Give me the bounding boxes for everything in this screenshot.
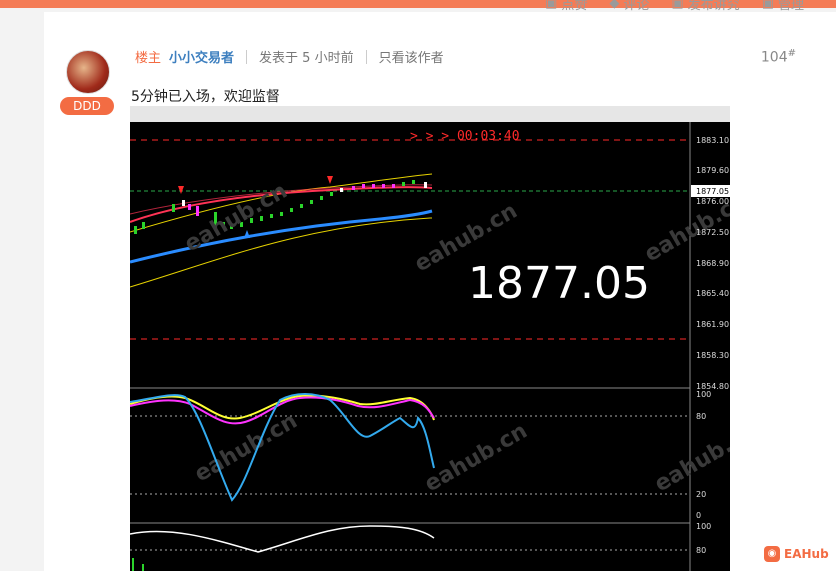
- trading-chart-screenshot[interactable]: > > > 00:03:40 1877.05 eahub.cn eahub.cn…: [130, 106, 730, 571]
- svg-text:1861.90: 1861.90: [696, 320, 729, 329]
- svg-text:1858.30: 1858.30: [696, 351, 729, 360]
- post-time: 发表于 5 小时前: [259, 51, 354, 66]
- svg-text:eahub.cn: eahub.cn: [181, 179, 292, 258]
- host-label: 楼主: [135, 51, 162, 66]
- svg-text:1883.10: 1883.10: [696, 136, 729, 145]
- eahub-icon: ◉: [764, 546, 780, 562]
- floor-mark: #: [787, 48, 796, 59]
- post-meta: 楼主 小小交易者 发表于 5 小时前 只看该作者: [135, 47, 444, 66]
- buy-arrow: [244, 230, 250, 238]
- current-price-tag-text: 1877.05: [696, 187, 729, 196]
- svg-text:1879.60: 1879.60: [696, 166, 729, 175]
- watermark: eahub.cn eahub.cn eahub.cn eahub.cn eahu…: [181, 179, 731, 498]
- svg-text:100: 100: [696, 390, 711, 399]
- author-link[interactable]: 小小交易者: [169, 47, 234, 66]
- svg-text:100: 100: [696, 522, 711, 531]
- svg-text:1872.50: 1872.50: [696, 228, 729, 237]
- svg-text:20: 20: [696, 490, 706, 499]
- svg-text:80: 80: [696, 546, 706, 555]
- svg-text:1876.00: 1876.00: [696, 197, 729, 206]
- chart-svg: > > > 00:03:40 1877.05 eahub.cn eahub.cn…: [130, 122, 730, 571]
- svg-text:1868.90: 1868.90: [696, 259, 729, 268]
- divider: [246, 49, 248, 64]
- floor-number[interactable]: 104#: [761, 48, 796, 66]
- post-content: 5分钟已入场，欢迎监督: [131, 89, 280, 105]
- price-axis: 1883.10 1879.60 1876.00 1872.50 1868.90 …: [696, 136, 729, 391]
- rsi-line: [130, 393, 435, 502]
- eahub-logo: ◉ EAHub: [764, 546, 829, 562]
- sell-arrow: [178, 186, 184, 194]
- big-price-label: 1877.05: [468, 258, 650, 309]
- sell-arrow: [327, 176, 333, 184]
- avatar[interactable]: [66, 50, 110, 94]
- svg-text:eahub.cn: eahub.cn: [421, 419, 532, 498]
- eahub-brand: EAHub: [784, 547, 829, 561]
- svg-text:80: 80: [696, 412, 706, 421]
- histogram-bar: [132, 558, 134, 571]
- divider: [365, 49, 367, 64]
- svg-text:1865.40: 1865.40: [696, 289, 729, 298]
- osc2-axis: 100 80: [696, 522, 711, 555]
- only-author-link[interactable]: 只看该作者: [379, 47, 444, 66]
- countdown-timer: > > > 00:03:40: [410, 129, 520, 144]
- histogram-bar: [142, 564, 144, 571]
- floor-value: 104: [760, 49, 788, 66]
- user-level-badge: DDD: [60, 97, 114, 115]
- osc2-line: [130, 525, 435, 553]
- svg-text:0: 0: [696, 511, 701, 520]
